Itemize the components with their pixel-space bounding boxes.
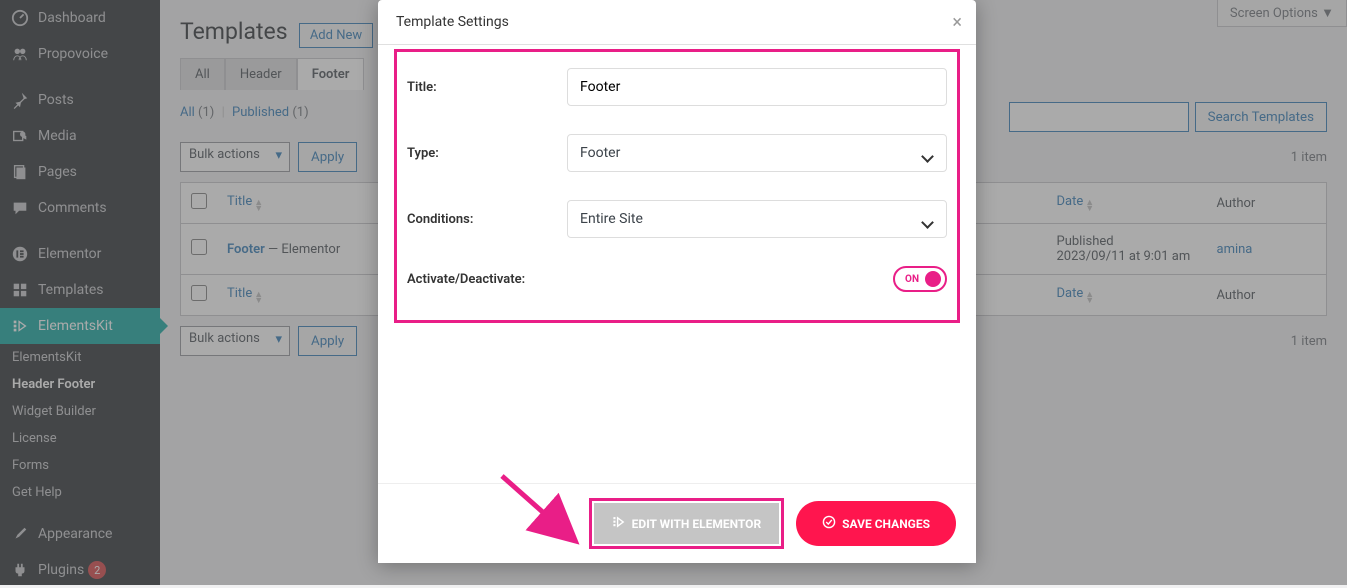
modal-title: Template Settings xyxy=(396,14,509,30)
save-changes-button[interactable]: SAVE CHANGES xyxy=(796,501,956,546)
close-icon[interactable]: × xyxy=(952,12,962,33)
modal-header: Template Settings × xyxy=(378,0,976,45)
elementskit-small-icon xyxy=(612,515,626,532)
annotation-highlight: Title: Type: Footer Conditions: Entire S… xyxy=(394,49,960,323)
modal-footer: EDIT WITH ELEMENTOR SAVE CHANGES xyxy=(378,483,976,563)
activate-label: Activate/Deactivate: xyxy=(407,272,567,287)
check-circle-icon xyxy=(822,515,836,532)
type-select[interactable]: Footer xyxy=(567,134,947,172)
title-label: Title: xyxy=(407,80,567,95)
annotation-highlight-button: EDIT WITH ELEMENTOR xyxy=(589,498,785,549)
toggle-knob-icon xyxy=(925,271,941,287)
title-input[interactable] xyxy=(567,68,947,106)
template-settings-modal: Template Settings × Title: Type: Footer … xyxy=(378,0,976,563)
edit-with-elementor-button[interactable]: EDIT WITH ELEMENTOR xyxy=(594,503,780,544)
conditions-label: Conditions: xyxy=(407,212,567,227)
type-label: Type: xyxy=(407,146,567,161)
activate-toggle[interactable]: ON xyxy=(893,266,947,292)
conditions-select[interactable]: Entire Site xyxy=(567,200,947,238)
